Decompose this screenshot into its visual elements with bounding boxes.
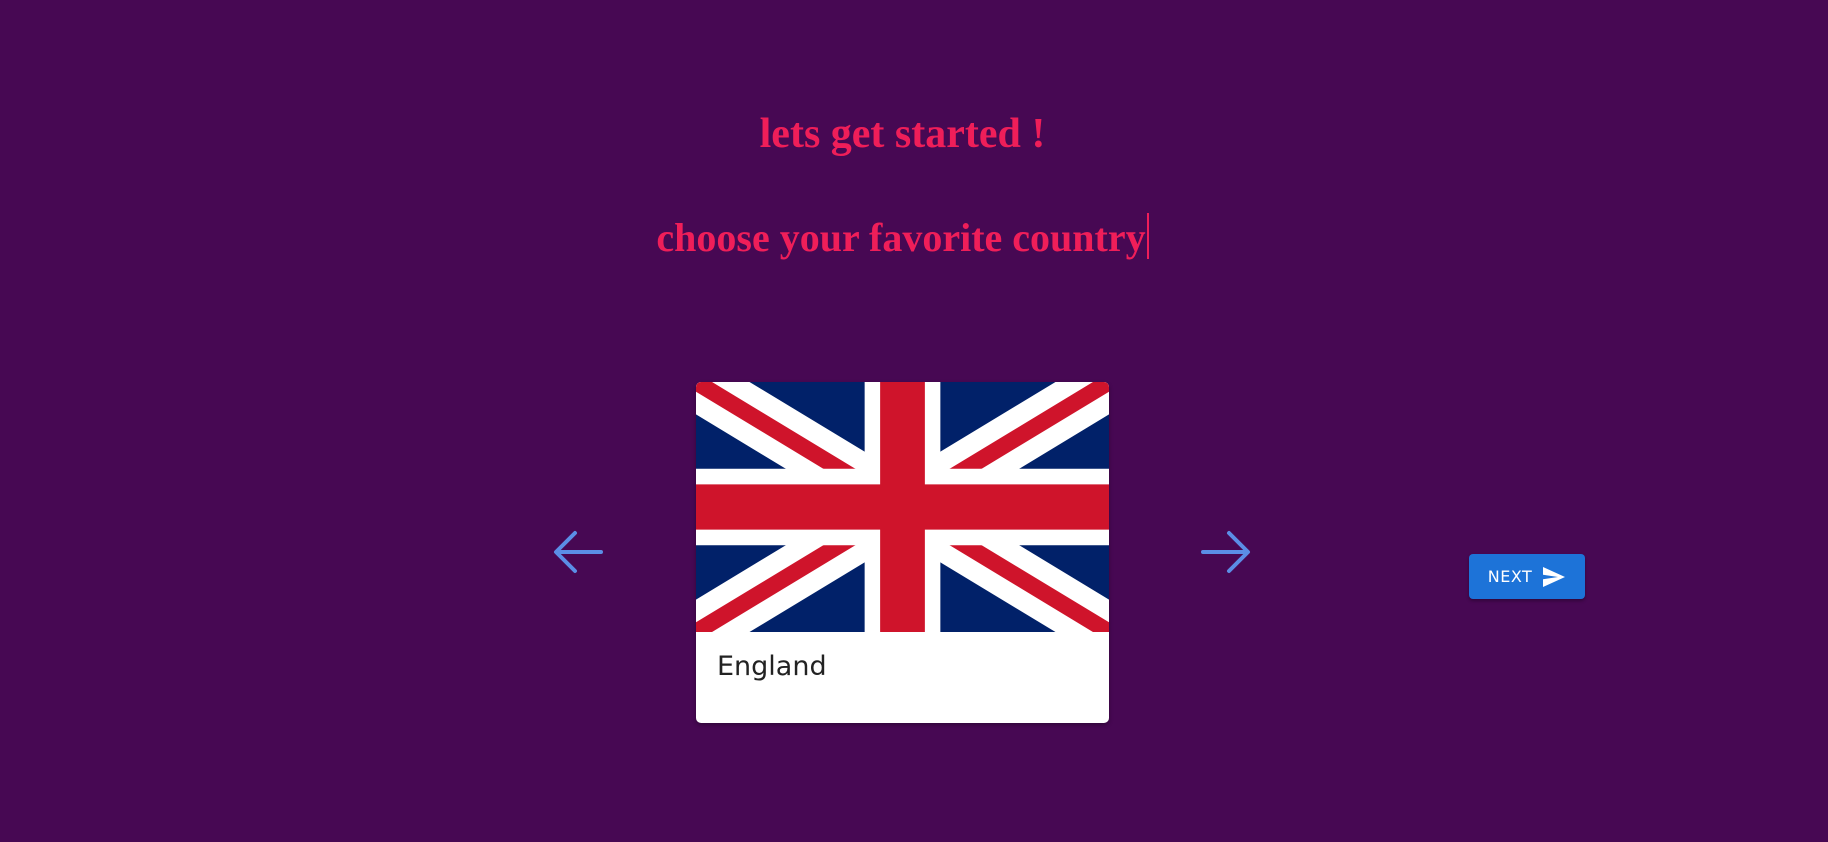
carousel-prev-button[interactable] — [549, 526, 605, 578]
country-card[interactable]: England — [696, 382, 1109, 723]
union-jack-flag — [696, 382, 1109, 632]
page-title: lets get started ! — [0, 113, 1805, 155]
page-title-text: lets get started ! — [759, 111, 1046, 157]
page-subtitle-text: choose your favorite country — [656, 215, 1146, 260]
text-cursor — [1146, 213, 1149, 259]
arrow-right-icon — [1201, 531, 1250, 573]
carousel-next-button[interactable] — [1199, 526, 1255, 578]
send-icon — [1543, 566, 1566, 587]
country-name: England — [717, 651, 827, 682]
next-button[interactable]: NEXT — [1469, 554, 1585, 599]
arrow-left-icon — [554, 531, 603, 573]
next-button-label: NEXT — [1487, 567, 1533, 586]
page-subtitle: choose your favorite country — [0, 213, 1805, 259]
